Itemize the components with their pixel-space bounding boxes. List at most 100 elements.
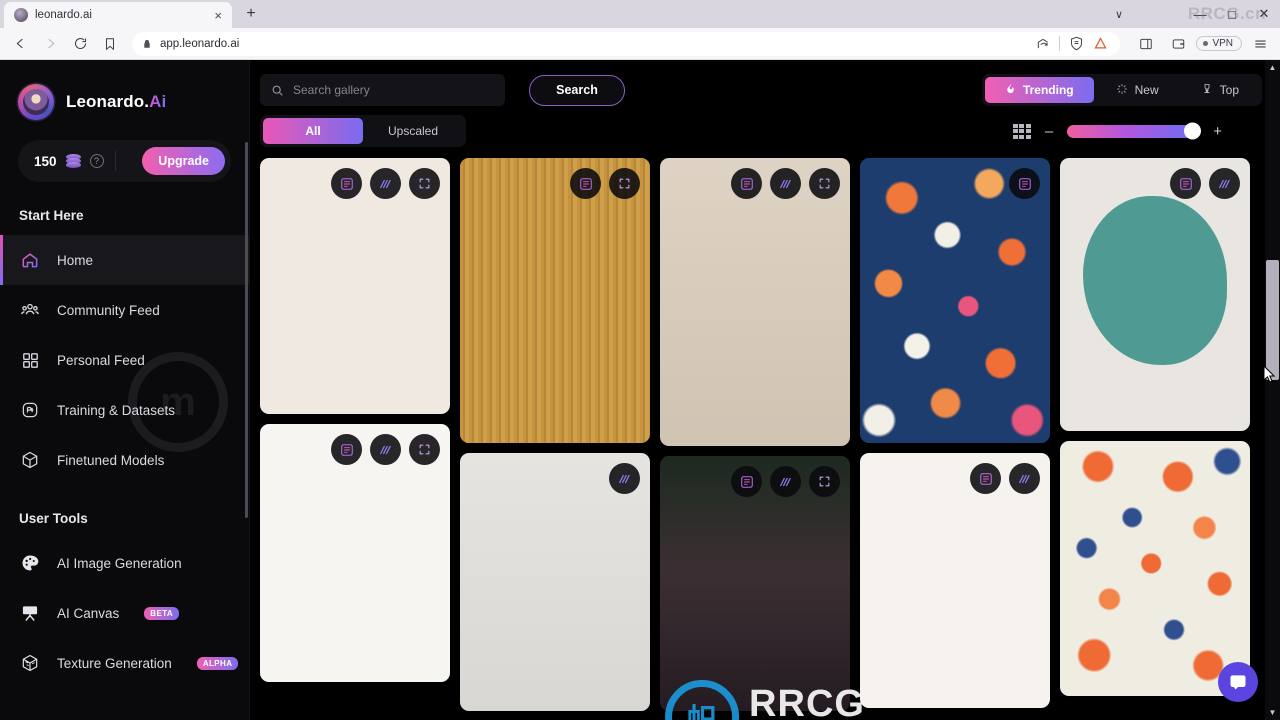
sidebar-panel-icon[interactable] — [1132, 31, 1160, 57]
image-remix-button[interactable] — [1009, 168, 1040, 199]
egyptian-hieroglyphs-papyrus — [460, 158, 650, 443]
forward-icon[interactable] — [36, 31, 64, 57]
reload-icon[interactable] — [66, 31, 94, 57]
close-icon[interactable]: × — [212, 9, 224, 22]
search-button[interactable]: Search — [529, 74, 625, 106]
search-icon — [271, 84, 284, 97]
image-remix-icon — [979, 472, 993, 486]
sidebar-item-label: Home — [57, 252, 94, 268]
sidebar-section-user-tools: User Tools — [19, 511, 88, 526]
gallery-card[interactable] — [260, 424, 450, 682]
fullscreen-button[interactable] — [609, 168, 640, 199]
sidebar-scrollbar[interactable] — [245, 142, 248, 518]
sidebar: Leonardo.Ai 150 ? Upgrade Start Here H — [0, 60, 250, 720]
brave-wallet-icon[interactable] — [1164, 31, 1192, 57]
sidebar-item-ai-canvas[interactable]: AI Canvas BETA — [0, 588, 249, 638]
sidebar-item-label: Finetuned Models — [57, 452, 165, 468]
training-dataset-icon — [19, 399, 41, 421]
maximize-button[interactable]: □ — [1216, 0, 1248, 28]
intercom-chat-button[interactable] — [1218, 662, 1258, 702]
card-overlay-actions — [609, 463, 640, 494]
gallery-card[interactable] — [1060, 158, 1250, 431]
page-scrollbar[interactable]: ▲ ▼ — [1265, 60, 1280, 720]
fullscreen-icon — [618, 177, 631, 190]
image-remix-icon — [1179, 177, 1193, 191]
search-box[interactable] — [260, 74, 505, 106]
fullscreen-button[interactable] — [809, 466, 840, 497]
sidebar-item-ai-image-generation[interactable]: AI Image Generation — [0, 538, 249, 588]
fullscreen-button[interactable] — [809, 168, 840, 199]
zoom-in-button[interactable]: + — [1213, 124, 1222, 139]
gallery-card[interactable] — [460, 158, 650, 443]
tab-label: Trending — [1022, 83, 1074, 97]
zoom-slider[interactable] — [1067, 122, 1202, 140]
sidebar-section-start-here: Start Here — [19, 208, 84, 223]
hamburger-menu-icon[interactable] — [1246, 31, 1274, 57]
filter-tabs: All Upscaled — [260, 115, 466, 147]
tab-top[interactable]: Top — [1181, 77, 1259, 103]
image-remix-button[interactable] — [1170, 168, 1201, 199]
upgrade-button[interactable]: Upgrade — [142, 147, 225, 175]
card-overlay-actions — [1009, 168, 1040, 199]
sidebar-item-training-datasets[interactable]: Training & Datasets — [0, 385, 249, 435]
tab-upscaled[interactable]: Upscaled — [363, 118, 463, 144]
image-remix-button[interactable] — [570, 168, 601, 199]
chevron-down-icon[interactable]: ∨ — [1106, 0, 1132, 28]
gallery-card[interactable] — [260, 158, 450, 414]
image-remix-icon — [579, 177, 593, 191]
gallery-card[interactable] — [660, 158, 850, 446]
gallery-card[interactable] — [860, 453, 1050, 708]
search-input[interactable] — [293, 83, 494, 97]
scroll-up-arrow-icon[interactable]: ▲ — [1265, 60, 1280, 75]
motion-button[interactable] — [370, 434, 401, 465]
scroll-down-arrow-icon[interactable]: ▼ — [1265, 705, 1280, 720]
motion-button[interactable] — [1209, 168, 1240, 199]
tab-all[interactable]: All — [263, 118, 363, 144]
sidebar-item-label: Personal Feed — [57, 352, 145, 368]
browser-tab[interactable]: leonardo.ai × — [4, 2, 232, 28]
image-remix-button[interactable] — [970, 463, 1001, 494]
image-remix-button[interactable] — [731, 168, 762, 199]
zoom-out-button[interactable]: – — [1045, 124, 1053, 139]
gallery-card[interactable] — [860, 158, 1050, 443]
fullscreen-button[interactable] — [409, 434, 440, 465]
image-remix-button[interactable] — [331, 434, 362, 465]
grid-density-icon[interactable] — [1012, 123, 1031, 139]
sidebar-item-home[interactable]: Home — [0, 235, 249, 285]
motion-button[interactable] — [1009, 463, 1040, 494]
gallery-card[interactable] — [460, 453, 650, 711]
window-close-button[interactable]: ✕ — [1248, 0, 1280, 28]
bookmark-icon[interactable] — [96, 31, 124, 57]
motion-button[interactable] — [370, 168, 401, 199]
motion-button[interactable] — [770, 466, 801, 497]
sidebar-item-texture-generation[interactable]: Texture Generation ALPHA — [0, 638, 249, 688]
share-icon[interactable] — [1036, 37, 1050, 51]
sidebar-item-personal-feed[interactable]: Personal Feed — [0, 335, 249, 385]
motion-icon — [779, 475, 793, 489]
sidebar-item-finetuned-models[interactable]: Finetuned Models — [0, 435, 249, 485]
tab-trending[interactable]: Trending — [984, 77, 1094, 103]
brand-logo-block[interactable]: Leonardo.Ai — [0, 60, 249, 120]
scrollbar-thumb[interactable] — [1266, 260, 1279, 380]
image-remix-button[interactable] — [731, 466, 762, 497]
orange-blue-floral-pattern — [1060, 441, 1250, 696]
fullscreen-button[interactable] — [409, 168, 440, 199]
question-mark-icon[interactable]: ? — [89, 154, 104, 168]
brave-shields-icon[interactable] — [1069, 36, 1084, 51]
back-icon[interactable] — [6, 31, 34, 57]
tab-new[interactable]: New — [1096, 77, 1179, 103]
vpn-button[interactable]: VPN — [1196, 36, 1242, 51]
slider-handle[interactable] — [1184, 122, 1202, 140]
new-tab-button[interactable]: + — [238, 1, 264, 27]
fullscreen-icon — [418, 177, 431, 190]
brave-leo-icon[interactable] — [1093, 36, 1108, 51]
motion-button[interactable] — [609, 463, 640, 494]
sidebar-item-community-feed[interactable]: Community Feed — [0, 285, 249, 335]
gallery-card[interactable] — [1060, 441, 1250, 696]
image-remix-button[interactable] — [331, 168, 362, 199]
motion-button[interactable] — [770, 168, 801, 199]
sidebar-item-label: AI Canvas — [57, 605, 120, 621]
minimize-button[interactable]: — — [1184, 0, 1216, 28]
address-bar[interactable]: app.leonardo.ai — [132, 31, 1121, 56]
gallery-card[interactable] — [660, 456, 850, 711]
